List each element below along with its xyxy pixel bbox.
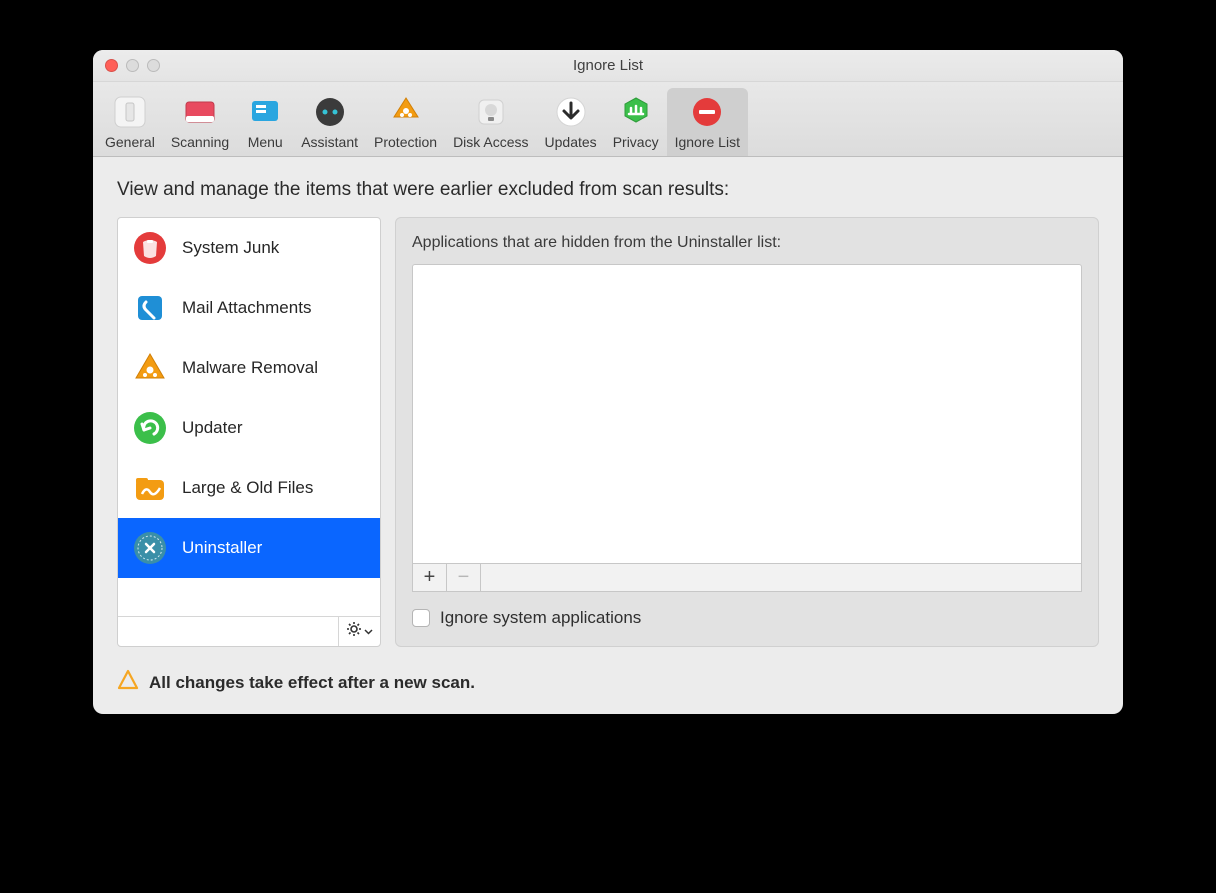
sidebar-item-label: Uninstaller (182, 538, 262, 558)
warning-icon (117, 669, 139, 696)
uninstaller-icon (132, 530, 168, 566)
minus-icon: − (458, 566, 470, 589)
category-list: System Junk Mail Attachments Malware Rem… (118, 218, 380, 616)
updater-icon (132, 410, 168, 446)
disk-access-icon (471, 92, 511, 132)
panel-subheading: Applications that are hidden from the Un… (412, 234, 1082, 252)
sidebar-item-system-junk[interactable]: System Junk (118, 218, 380, 278)
content-area: View and manage the items that were earl… (93, 157, 1123, 714)
sidebar-item-label: Malware Removal (182, 358, 318, 378)
ignore-system-apps-checkbox[interactable] (412, 609, 430, 627)
toolbar-label: Disk Access (453, 134, 528, 150)
plus-icon: + (424, 566, 436, 589)
checkbox-label: Ignore system applications (440, 608, 641, 628)
privacy-icon (616, 92, 656, 132)
category-sidebar: System Junk Mail Attachments Malware Rem… (117, 217, 381, 647)
toolbar-label: Protection (374, 134, 437, 150)
window-title: Ignore List (573, 57, 643, 74)
sidebar-item-uninstaller[interactable]: Uninstaller (118, 518, 380, 578)
malware-removal-icon (132, 350, 168, 386)
tab-disk-access[interactable]: Disk Access (445, 88, 536, 156)
ignore-list-icon (687, 92, 727, 132)
updates-icon (551, 92, 591, 132)
sidebar-item-label: Large & Old Files (182, 478, 313, 498)
panels: System Junk Mail Attachments Malware Rem… (117, 217, 1099, 647)
toolbar-label: Updates (545, 134, 597, 150)
gear-icon (346, 621, 362, 642)
protection-icon (386, 92, 426, 132)
general-icon (110, 92, 150, 132)
ignored-apps-list[interactable] (412, 264, 1082, 564)
large-old-files-icon (132, 470, 168, 506)
sidebar-action-menu[interactable] (338, 617, 380, 646)
system-junk-icon (132, 230, 168, 266)
toolbar-label: General (105, 134, 155, 150)
toolbar-label: Assistant (301, 134, 358, 150)
tab-ignore-list[interactable]: Ignore List (667, 88, 748, 156)
preferences-toolbar: General Scanning Menu Assistant Protecti (93, 82, 1123, 157)
toolbar-label: Privacy (613, 134, 659, 150)
remove-button[interactable]: − (447, 564, 481, 591)
tab-updates[interactable]: Updates (537, 88, 605, 156)
tab-protection[interactable]: Protection (366, 88, 445, 156)
preferences-window: Ignore List General Scanning Menu Assi (93, 50, 1123, 714)
list-controls: + − (412, 564, 1082, 592)
toolbar-label: Ignore List (675, 134, 740, 150)
sidebar-item-malware-removal[interactable]: Malware Removal (118, 338, 380, 398)
assistant-icon (310, 92, 350, 132)
tab-scanning[interactable]: Scanning (163, 88, 237, 156)
sidebar-item-large-old-files[interactable]: Large & Old Files (118, 458, 380, 518)
chevron-down-icon (364, 623, 373, 641)
traffic-lights (105, 59, 160, 72)
sidebar-item-mail-attachments[interactable]: Mail Attachments (118, 278, 380, 338)
detail-panel: Applications that are hidden from the Un… (395, 217, 1099, 647)
sidebar-item-label: Updater (182, 418, 242, 438)
toolbar-label: Menu (248, 134, 283, 150)
close-button[interactable] (105, 59, 118, 72)
page-heading: View and manage the items that were earl… (117, 179, 1099, 201)
add-button[interactable]: + (413, 564, 447, 591)
menu-icon (245, 92, 285, 132)
tab-assistant[interactable]: Assistant (293, 88, 366, 156)
sidebar-item-updater[interactable]: Updater (118, 398, 380, 458)
zoom-button[interactable] (147, 59, 160, 72)
minimize-button[interactable] (126, 59, 139, 72)
sidebar-item-label: System Junk (182, 238, 279, 258)
footer-text: All changes take effect after a new scan… (149, 673, 475, 693)
scanning-icon (180, 92, 220, 132)
mail-attachments-icon (132, 290, 168, 326)
ignore-system-apps-row[interactable]: Ignore system applications (412, 608, 1082, 628)
tab-privacy[interactable]: Privacy (605, 88, 667, 156)
tab-general[interactable]: General (97, 88, 163, 156)
footer-note: All changes take effect after a new scan… (117, 669, 1099, 696)
titlebar: Ignore List (93, 50, 1123, 82)
sidebar-item-label: Mail Attachments (182, 298, 311, 318)
sidebar-footer (118, 616, 380, 646)
tab-menu[interactable]: Menu (237, 88, 293, 156)
toolbar-label: Scanning (171, 134, 229, 150)
